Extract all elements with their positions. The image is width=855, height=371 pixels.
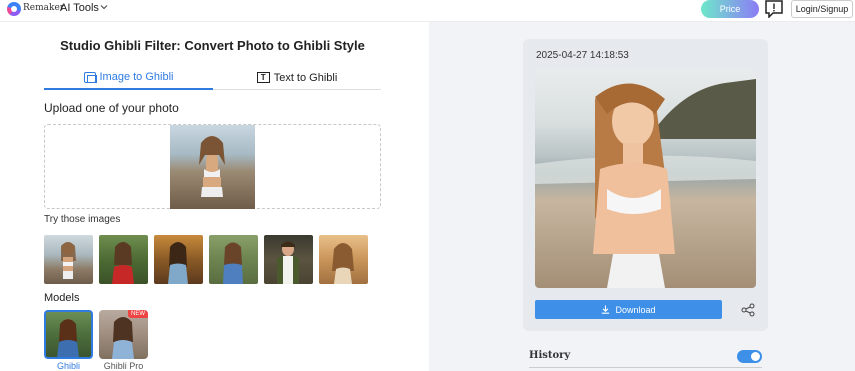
uploaded-photo [170, 125, 255, 209]
model-name: Ghibli [56, 361, 80, 371]
divider [529, 367, 762, 368]
image-icon [83, 71, 97, 83]
sample-image[interactable] [44, 235, 93, 284]
sample-image[interactable] [209, 235, 258, 284]
download-button[interactable]: Download [535, 300, 722, 319]
text-icon: T [256, 72, 270, 83]
sample-image[interactable] [264, 235, 313, 284]
result-image[interactable] [535, 69, 756, 288]
chevron-down-icon[interactable] [100, 3, 108, 11]
sample-image[interactable] [154, 235, 203, 284]
model-ghibli-pro[interactable]: NEW [99, 310, 148, 359]
feedback-icon[interactable] [764, 0, 784, 18]
login-signup-button[interactable]: Login/Signup [791, 0, 853, 18]
model-name: Ghibli Pro [103, 361, 144, 371]
ai-tools-menu[interactable]: AI Tools [60, 2, 99, 14]
share-icon[interactable] [741, 303, 755, 317]
tab-label: Image to Ghibli [99, 71, 174, 83]
model-ghibli[interactable] [44, 310, 93, 359]
result-timestamp: 2025-04-27 14:18:53 [536, 50, 629, 61]
history-label: History [529, 350, 571, 361]
price-button[interactable]: Price [701, 0, 759, 18]
remaker-logo-icon[interactable] [7, 2, 21, 16]
brand-name[interactable]: Remaker [23, 3, 64, 13]
try-images-label: Try those images [44, 214, 121, 225]
result-panel: 2025-04-27 14:18:53 Download History [429, 22, 855, 371]
tab-image-to-ghibli[interactable]: Image to Ghibli [44, 66, 213, 90]
new-badge: NEW [128, 310, 148, 318]
page-title: Studio Ghibli Filter: Convert Photo to G… [60, 38, 365, 53]
models-label: Models [44, 292, 80, 304]
upload-dropzone[interactable] [44, 124, 381, 209]
download-icon [602, 305, 610, 314]
history-toggle[interactable] [737, 350, 762, 363]
sample-images [44, 235, 368, 284]
top-nav: Remaker AI Tools Price Login/Signup [0, 0, 855, 22]
sample-image[interactable] [99, 235, 148, 284]
editor-panel: Studio Ghibli Filter: Convert Photo to G… [0, 22, 429, 371]
download-label: Download [615, 304, 656, 315]
upload-label: Upload one of your photo [44, 101, 179, 115]
tab-label: Text to Ghibli [273, 71, 338, 84]
result-card: 2025-04-27 14:18:53 Download [523, 39, 768, 331]
tab-text-to-ghibli[interactable]: T Text to Ghibli [213, 66, 381, 90]
sample-image[interactable] [319, 235, 368, 284]
